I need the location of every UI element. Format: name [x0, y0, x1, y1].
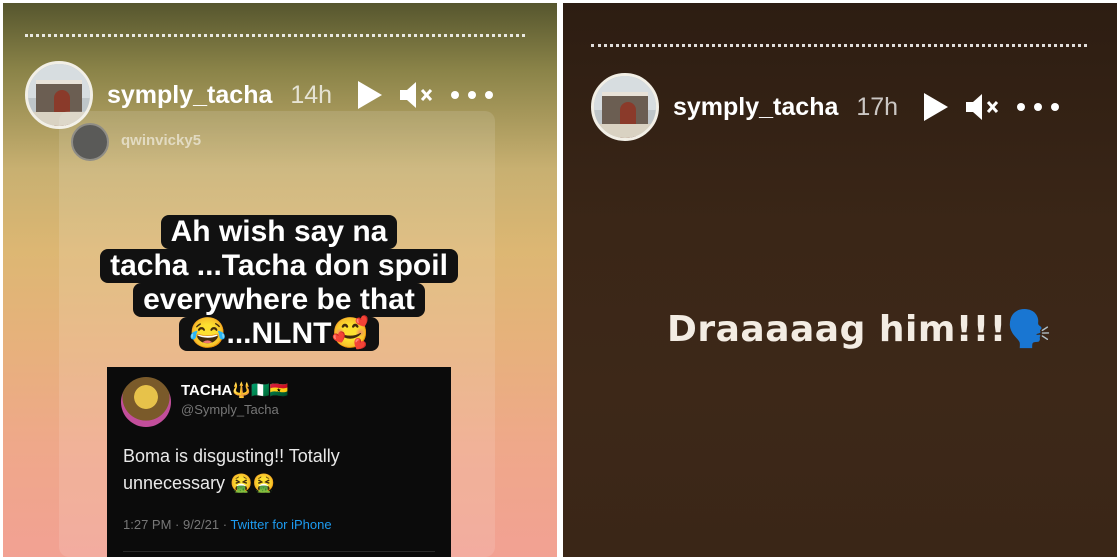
more-icon[interactable]: [450, 90, 494, 100]
mute-icon[interactable]: [398, 79, 434, 111]
story-progress-bar: [591, 44, 1087, 47]
story-panel-left[interactable]: symply_tacha 14h qwinvicky5 Ah wish say …: [3, 3, 557, 557]
story-time: 17h: [856, 92, 899, 121]
tweet-avatar: [121, 377, 171, 427]
story-caption: Ah wish say na tacha ...Tacha don spoil …: [93, 215, 465, 351]
embedded-tweet[interactable]: TACHA🔱🇳🇬🇬🇭 @Symply_Tacha Boma is disgust…: [107, 367, 451, 557]
play-icon[interactable]: [354, 79, 384, 111]
tweet-source: Twitter for iPhone: [230, 517, 332, 532]
tweet-text: Boma is disgusting!! Totally unnecessary…: [123, 446, 340, 493]
story-header: symply_tacha 17h: [591, 73, 1091, 141]
more-icon[interactable]: [1016, 102, 1060, 112]
story-text: Draaaaag him!!!🗣️: [667, 309, 1052, 350]
tweet-author-handle: @Symply_Tacha: [181, 402, 279, 417]
play-icon[interactable]: [920, 91, 950, 123]
caption-line: everywhere be that: [133, 283, 425, 317]
caption-line: Ah wish say na: [160, 215, 398, 249]
shared-avatar: [71, 123, 109, 161]
username[interactable]: symply_tacha: [107, 81, 272, 110]
shared-username[interactable]: qwinvicky5: [121, 132, 201, 149]
username[interactable]: symply_tacha: [673, 93, 838, 122]
caption-line: 😂...NLNT🥰: [179, 317, 379, 351]
tweet-divider: [123, 551, 435, 557]
story-panel-right[interactable]: symply_tacha 17h Draaaaag him!!!🗣️: [563, 3, 1117, 557]
tweet-author-name: TACHA🔱🇳🇬🇬🇭: [181, 382, 289, 399]
story-progress-bar: [25, 34, 525, 37]
tweet-meta: 1:27 PM · 9/2/21 · Twitter for iPhone: [123, 517, 332, 532]
mute-icon[interactable]: [964, 91, 1000, 123]
caption-line: tacha ...Tacha don spoil: [100, 249, 458, 283]
tweet-timestamp: 1:27 PM · 9/2/21 ·: [123, 517, 231, 532]
story-time: 14h: [290, 80, 333, 109]
profile-avatar[interactable]: [591, 73, 659, 141]
